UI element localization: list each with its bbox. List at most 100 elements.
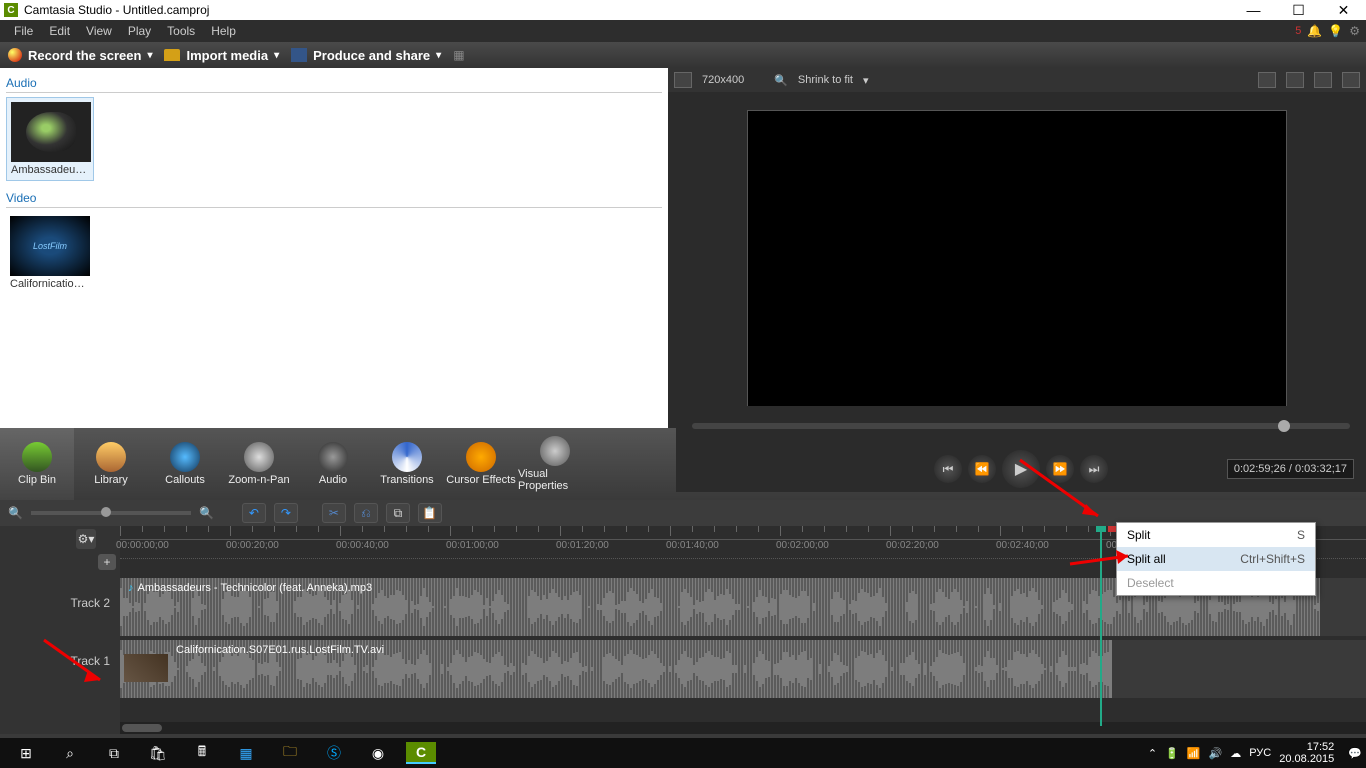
video-clip-caption: Californication.S0... <box>10 278 90 290</box>
volume-icon[interactable]: 🔊 <box>1209 747 1223 760</box>
menu-view[interactable]: View <box>78 22 120 40</box>
calculator-icon[interactable]: 🖩 <box>180 738 224 768</box>
playhead[interactable] <box>1100 526 1102 726</box>
preview-tool-4[interactable] <box>1342 72 1360 88</box>
task-view-button[interactable]: ⧉ <box>92 738 136 768</box>
notification-count: 5 <box>1295 25 1301 37</box>
tab-zoom-pan[interactable]: Zoom-n-Pan <box>222 428 296 500</box>
track-1-lane[interactable]: Californication.S07E01.rus.LostFilm.TV.a… <box>120 640 1366 698</box>
toolbar-extra-icon[interactable]: ▦ <box>453 48 464 62</box>
tab-audio[interactable]: Audio <box>296 428 370 500</box>
record-label: Record the screen <box>28 48 141 63</box>
library-icon <box>96 442 126 472</box>
menu-file[interactable]: File <box>6 22 41 40</box>
clip-bin-panel: Audio Ambassadeurs - Technicolor (fe... … <box>0 68 668 428</box>
clock[interactable]: 17:52 20.08.2015 <box>1279 741 1340 765</box>
prev-button[interactable]: ⏮ <box>934 455 962 483</box>
paste-button[interactable]: 📋 <box>418 503 442 523</box>
windows-taskbar: ⊞ ⌕ ⧉ 🛍 🖩 ▦ 🗀 Ⓢ ◉ C ⌃ 🔋 📶 🔊 ☁ РУС 17:52 … <box>0 738 1366 768</box>
cut-button[interactable]: ✂ <box>322 503 346 523</box>
notifications-icon[interactable]: 💬 <box>1348 747 1362 760</box>
produce-label: Produce and share <box>313 48 430 63</box>
video-app-icon[interactable]: ▦ <box>224 738 268 768</box>
speaker-icon <box>26 112 76 152</box>
wifi-icon[interactable]: 📶 <box>1187 747 1201 760</box>
video-clip[interactable]: Californication.S07E01.rus.LostFilm.TV.a… <box>120 640 1112 698</box>
track-2-header[interactable]: Track 2 👁 🔒 <box>0 574 120 632</box>
record-screen-button[interactable]: Record the screen <box>8 48 152 63</box>
preview-tool-1[interactable] <box>1258 72 1276 88</box>
timeline-h-scrollbar[interactable] <box>120 722 1366 734</box>
preview-tool-3[interactable] <box>1314 72 1332 88</box>
clipbin-icon <box>22 442 52 472</box>
record-icon <box>8 48 22 62</box>
language-indicator[interactable]: РУС <box>1249 747 1271 759</box>
search-button[interactable]: ⌕ <box>48 738 92 768</box>
main-toolbar: Record the screen Import media Produce a… <box>0 42 1366 68</box>
visualprops-icon <box>540 436 570 466</box>
fullscreen-icon[interactable] <box>674 72 692 88</box>
menu-tools[interactable]: Tools <box>159 22 203 40</box>
redo-button[interactable]: ↷ <box>274 503 298 523</box>
video-clip-label: Californication.S07E01.rus.LostFilm.TV.a… <box>176 644 384 656</box>
skype-icon[interactable]: Ⓢ <box>312 738 356 768</box>
undo-button[interactable]: ↶ <box>242 503 266 523</box>
maximize-button[interactable]: ☐ <box>1276 0 1321 20</box>
close-button[interactable]: ✕ <box>1321 0 1366 20</box>
audio-clip-caption: Ambassadeurs - Technicolor (fe... <box>11 164 89 176</box>
produce-share-button[interactable]: Produce and share <box>291 48 441 63</box>
app-logo: C <box>4 3 18 17</box>
battery-icon[interactable]: 🔋 <box>1165 747 1179 760</box>
zoom-icon <box>244 442 274 472</box>
menu-play[interactable]: Play <box>120 22 159 40</box>
tab-transitions[interactable]: Transitions <box>370 428 444 500</box>
bell-icon[interactable]: 🔔 <box>1307 24 1322 38</box>
tab-clip-bin[interactable]: Clip Bin <box>0 428 74 500</box>
video-section-label: Video <box>6 189 662 208</box>
tab-visual-properties[interactable]: Visual Properties <box>518 428 592 500</box>
folder-icon <box>164 49 180 61</box>
camtasia-taskbar-icon[interactable]: C <box>406 742 436 764</box>
zoom-out-icon[interactable]: 🔍 <box>8 506 23 520</box>
import-media-button[interactable]: Import media <box>164 48 279 63</box>
shrink-to-fit-dropdown[interactable]: Shrink to fit <box>798 74 853 86</box>
lightbulb-icon[interactable]: 💡 <box>1328 24 1343 38</box>
produce-icon <box>291 48 307 62</box>
onedrive-icon[interactable]: ☁ <box>1230 747 1241 760</box>
track-1-header[interactable]: Track 1 👁 🔒 <box>0 632 120 690</box>
play-button[interactable]: ▶ <box>1002 450 1040 488</box>
timeline-settings-button[interactable]: ⚙▾ <box>76 529 96 549</box>
store-icon[interactable]: 🛍 <box>136 738 180 768</box>
preview-tool-2[interactable] <box>1286 72 1304 88</box>
next-button[interactable]: ⏭ <box>1080 455 1108 483</box>
audio-clip-thumb[interactable]: Ambassadeurs - Technicolor (fe... <box>6 97 94 181</box>
tab-callouts[interactable]: Callouts <box>148 428 222 500</box>
preview-dimensions[interactable]: 720x400 <box>702 74 744 86</box>
minimize-button[interactable]: — <box>1231 0 1276 20</box>
settings-icon[interactable]: ⚙ <box>1349 24 1360 38</box>
explorer-icon[interactable]: 🗀 <box>268 738 312 768</box>
tab-cursor-effects[interactable]: Cursor Effects <box>444 428 518 500</box>
ctx-split[interactable]: SplitS <box>1117 523 1315 547</box>
tray-chevron-icon[interactable]: ⌃ <box>1148 747 1157 760</box>
zoom-slider[interactable] <box>31 511 191 515</box>
split-button[interactable]: ⎌ <box>354 503 378 523</box>
video-clip-thumb[interactable]: LostFilm Californication.S0... <box>6 212 94 294</box>
ctx-split-all[interactable]: Split allCtrl+Shift+S <box>1117 547 1315 571</box>
rewind-button[interactable]: ⏪ <box>968 455 996 483</box>
import-label: Import media <box>186 48 268 63</box>
cursor-icon <box>466 442 496 472</box>
chrome-icon[interactable]: ◉ <box>356 738 400 768</box>
copy-button[interactable]: ⧉ <box>386 503 410 523</box>
tab-library[interactable]: Library <box>74 428 148 500</box>
start-button[interactable]: ⊞ <box>4 738 48 768</box>
menu-help[interactable]: Help <box>203 22 244 40</box>
add-track-button[interactable]: + <box>98 554 116 570</box>
menu-edit[interactable]: Edit <box>41 22 78 40</box>
preview-scrubber[interactable] <box>692 423 1350 429</box>
forward-button[interactable]: ⏩ <box>1046 455 1074 483</box>
zoom-in-icon[interactable]: 🔍 <box>199 506 214 520</box>
timecode-display: 0:02:59;26 / 0:03:32;17 <box>1227 459 1354 479</box>
preview-canvas[interactable] <box>747 110 1287 410</box>
ctx-deselect: Deselect <box>1117 571 1315 595</box>
